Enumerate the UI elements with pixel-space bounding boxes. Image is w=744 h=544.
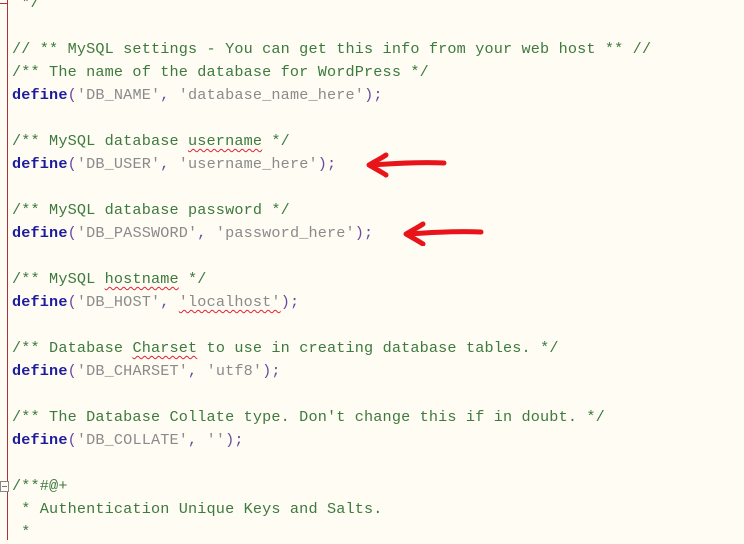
code-punct: , [160, 86, 179, 104]
code-comment: */ [178, 270, 207, 288]
code-line[interactable]: /** MySQL hostname */ [12, 268, 651, 291]
code-punct: , [188, 431, 207, 449]
code-punct: ( [67, 224, 77, 242]
code-keyword: define [12, 155, 68, 173]
code-comment: /** The name of the database for WordPre… [12, 63, 429, 81]
code-punct: ( [67, 86, 77, 104]
code-punct: ); [364, 86, 383, 104]
code-line[interactable] [12, 452, 651, 475]
spellcheck-word: Charset [132, 339, 198, 357]
code-line[interactable] [12, 383, 651, 406]
code-line[interactable]: /** MySQL database username */ [12, 130, 651, 153]
code-line[interactable]: * [12, 521, 651, 544]
code-constant-name: 'DB_PASSWORD' [76, 224, 198, 242]
code-keyword: define [12, 293, 68, 311]
code-punct: ( [67, 293, 77, 311]
code-keyword: define [12, 431, 68, 449]
code-string-value: 'utf8' [206, 362, 263, 380]
code-punct: , [197, 224, 216, 242]
code-punct: ( [67, 362, 77, 380]
code-punct: , [160, 155, 179, 173]
code-punct: ); [317, 155, 337, 173]
code-line[interactable]: /**#@+ [12, 475, 651, 498]
code-content[interactable]: */ // ** MySQL settings - You can get th… [12, 0, 651, 544]
code-line[interactable] [12, 176, 651, 199]
code-line[interactable]: define('DB_USER', 'username_here'); [12, 153, 651, 176]
code-line[interactable]: define('DB_PASSWORD', 'password_here'); [12, 222, 651, 245]
code-comment: to use in creating database tables. */ [197, 339, 559, 357]
code-string-value: 'localhost' [178, 293, 281, 311]
spellcheck-word: hostname [104, 270, 179, 288]
code-line[interactable]: /** MySQL database password */ [12, 199, 651, 222]
code-comment: * Authentication Unique Keys and Salts. [12, 500, 383, 518]
code-line[interactable]: // ** MySQL settings - You can get this … [12, 38, 651, 61]
code-punct: ); [280, 293, 300, 311]
code-punct: ); [354, 224, 374, 242]
code-line[interactable]: define('DB_COLLATE', ''); [12, 429, 651, 452]
code-line[interactable]: */ [12, 0, 651, 15]
fold-margin [0, 0, 8, 540]
code-line[interactable]: * Authentication Unique Keys and Salts. [12, 498, 651, 521]
code-line[interactable]: define('DB_HOST', 'localhost'); [12, 291, 651, 314]
code-keyword: define [12, 362, 68, 380]
code-editor[interactable]: */ // ** MySQL settings - You can get th… [0, 0, 744, 541]
code-keyword: define [12, 224, 68, 242]
code-line[interactable]: /** Database Charset to use in creating … [12, 337, 651, 360]
code-line[interactable] [12, 15, 651, 38]
code-constant-name: 'DB_USER' [76, 155, 161, 173]
code-comment: /** MySQL database [12, 132, 189, 150]
code-constant-name: 'DB_COLLATE' [76, 431, 189, 449]
code-comment: // ** MySQL settings - You can get this … [12, 40, 652, 58]
code-string-value: 'database_name_here' [178, 86, 365, 104]
code-keyword: define [12, 86, 68, 104]
code-constant-name: 'DB_CHARSET' [76, 362, 189, 380]
code-constant-name: 'DB_HOST' [76, 293, 161, 311]
code-comment: /** The Database Collate type. Don't cha… [12, 408, 605, 426]
code-string-value: '' [206, 431, 226, 449]
code-line[interactable] [12, 107, 651, 130]
fold-end-marker [0, 3, 7, 4]
code-line[interactable] [12, 245, 651, 268]
code-punct: ); [262, 362, 281, 380]
code-string-value: 'password_here' [215, 224, 355, 242]
code-punct: ); [225, 431, 244, 449]
spellcheck-word: username [188, 132, 263, 150]
code-punct: , [188, 362, 207, 380]
fold-collapse-icon[interactable] [0, 481, 9, 492]
code-punct: ( [67, 431, 77, 449]
red-arrow-db-user [366, 152, 447, 178]
code-punct: , [160, 293, 179, 311]
code-comment: /** Database [12, 339, 133, 357]
code-line[interactable]: define('DB_NAME', 'database_name_here'); [12, 84, 651, 107]
code-comment: */ [12, 0, 40, 12]
code-comment: /** MySQL [12, 270, 105, 288]
code-line[interactable]: define('DB_CHARSET', 'utf8'); [12, 360, 651, 383]
code-line[interactable]: /** The Database Collate type. Don't cha… [12, 406, 651, 429]
code-comment: */ [262, 132, 290, 150]
code-comment: /** MySQL database password */ [12, 201, 290, 219]
code-line[interactable]: /** The name of the database for WordPre… [12, 61, 651, 84]
code-punct: ( [67, 155, 77, 173]
red-arrow-db-password [403, 221, 484, 246]
code-comment: /**#@+ [12, 477, 68, 495]
code-string-value: 'username_here' [178, 155, 318, 173]
code-line[interactable] [12, 314, 651, 337]
code-comment: * [12, 523, 31, 541]
code-constant-name: 'DB_NAME' [76, 86, 161, 104]
